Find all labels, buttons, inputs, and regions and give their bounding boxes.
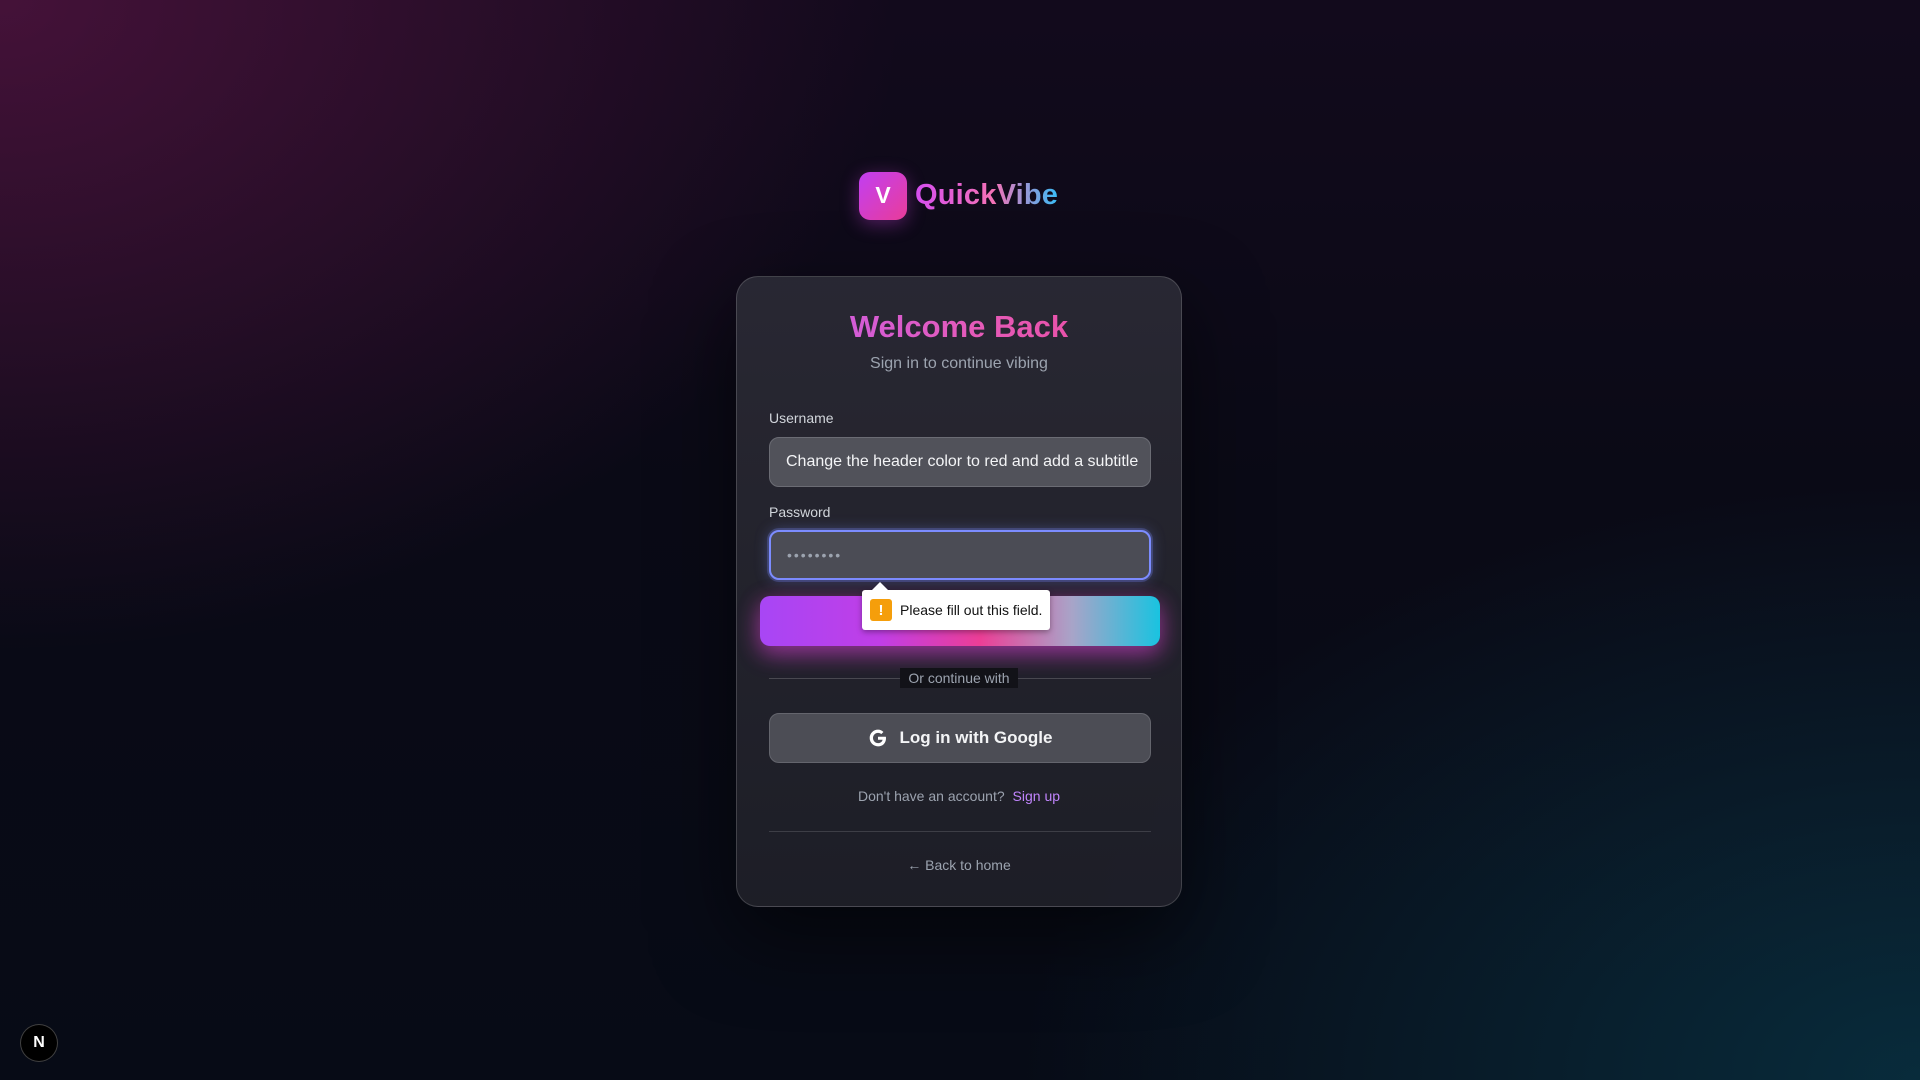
signup-link[interactable]: Sign up [1013,788,1060,804]
divider-label-wrap: Or continue with [737,668,1181,688]
warning-icon: ! [870,599,892,621]
footer-divider [769,831,1151,832]
validation-message: Please fill out this field. [900,602,1043,618]
back-to-home-link[interactable]: ← Back to home [737,857,1181,873]
page-title: Welcome Back [737,309,1181,345]
login-card: Welcome Back Sign in to continue vibing … [736,276,1182,907]
password-input[interactable]: •••••••• [769,530,1151,580]
brand-header: V QuickVibe [859,171,1058,220]
google-login-button[interactable]: Log in with Google [769,713,1151,763]
brand-logo-icon: V [859,171,907,220]
validation-tooltip: ! Please fill out this field. [862,582,1051,630]
signup-prompt: Don't have an account? [857,788,1005,804]
signup-row: Don't have an account? Sign up [737,788,1181,804]
framework-badge-icon[interactable]: N [20,1024,58,1062]
google-g-icon [868,728,888,748]
divider-label: Or continue with [900,668,1018,688]
password-label: Password [769,504,831,520]
page-subtitle: Sign in to continue vibing [870,355,1048,372]
username-label: Username [769,410,834,426]
google-login-label: Log in with Google [899,728,1053,747]
brand-name: QuickVibe [915,179,1059,211]
username-input[interactable]: Change the header color to red and add a… [769,437,1151,487]
